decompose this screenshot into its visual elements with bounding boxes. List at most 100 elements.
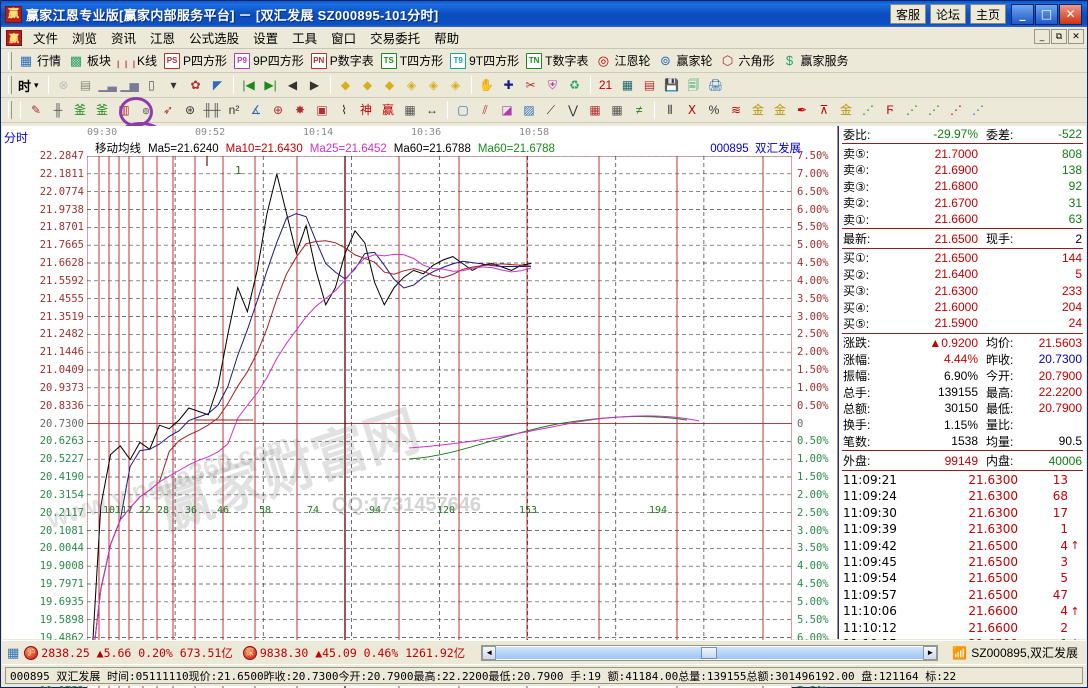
mdi-minimize-button[interactable]: _: [1034, 29, 1050, 44]
bar-small-icon[interactable]: ▁▃: [98, 75, 118, 95]
chart-panel[interactable]: 分时 09:3009:5210:1410:3610:58 移动均线Ma5=21.…: [2, 126, 838, 639]
gold2-icon[interactable]: 金: [836, 100, 856, 120]
ask-row-3[interactable]: 卖③:21.680092: [839, 178, 1086, 194]
gold-ladder2-icon[interactable]: 釜: [92, 100, 112, 120]
f-slope-icon[interactable]: Ϝ: [880, 100, 900, 120]
menu-item-file[interactable]: 文件: [26, 26, 65, 49]
maximize-button[interactable]: □: [1035, 4, 1058, 25]
spiral-icon[interactable]: ๏: [136, 100, 156, 120]
next-icon[interactable]: ▶: [305, 75, 325, 95]
ladder-icon[interactable]: ⦀: [660, 100, 680, 120]
circle-grid-icon[interactable]: ⊛: [180, 100, 200, 120]
last-page-icon[interactable]: ▶|: [261, 75, 281, 95]
frame-icon[interactable]: ▢: [453, 100, 473, 120]
tick-row[interactable]: 11:09:5721.650047: [839, 587, 1086, 603]
slope2-icon[interactable]: ⋰: [902, 100, 922, 120]
tick-row[interactable]: 11:09:3021.630017: [839, 505, 1086, 521]
tool-icon[interactable]: ⛨: [543, 75, 563, 95]
trend-icon[interactable]: ≠: [629, 100, 649, 120]
arrows-icon[interactable]: ↔: [422, 100, 442, 120]
ying-icon[interactable]: 赢: [378, 100, 398, 120]
printer-icon[interactable]: 🖨: [706, 75, 726, 95]
menu-item-tools[interactable]: 工具: [285, 26, 324, 49]
menu-item-browse[interactable]: 浏览: [65, 26, 104, 49]
period-selector[interactable]: 时 ▾: [16, 76, 44, 95]
ask-row-2[interactable]: 卖②:21.670031: [839, 195, 1086, 211]
pen-red-icon[interactable]: ✒: [792, 100, 812, 120]
index-shanghai[interactable]: 沪 2838.25 ▲5.66 0.20% 673.51亿: [24, 645, 233, 661]
fork-line-icon[interactable]: ╫: [48, 100, 68, 120]
prev-icon[interactable]: ◀: [283, 75, 303, 95]
toolbar-gann-wheel[interactable]: ◎江恩轮: [593, 52, 655, 69]
column-icon[interactable]: ▯: [142, 75, 162, 95]
hand-icon[interactable]: ✋: [477, 75, 497, 95]
bid-row-2[interactable]: 买②:21.64005: [839, 266, 1086, 282]
toolbar-grid[interactable]: ▦行情: [16, 52, 66, 69]
tick-row[interactable]: 11:09:4521.65003: [839, 554, 1086, 570]
color-bars-icon[interactable]: ◤: [208, 75, 228, 95]
percent-icon[interactable]: %: [704, 100, 724, 120]
bid-row-3[interactable]: 买③:21.6300233: [839, 283, 1086, 299]
flower-icon[interactable]: ✿: [186, 75, 206, 95]
slope1-icon[interactable]: ⋰: [858, 100, 878, 120]
toolbar-hexagon[interactable]: ⬡六角形: [718, 52, 780, 69]
trend-red-icon[interactable]: ≋: [726, 100, 746, 120]
tick-row[interactable]: 11:09:2121.630013: [839, 472, 1086, 488]
vee-icon[interactable]: ⋁: [563, 100, 583, 120]
scissors-icon[interactable]: ✂: [521, 75, 541, 95]
ask-row-4[interactable]: 卖④:21.6900138: [839, 162, 1086, 178]
box-grid-icon[interactable]: ▣: [312, 100, 332, 120]
tick-row[interactable]: 11:10:1221.66002: [839, 619, 1086, 635]
slope4-icon[interactable]: ⋰: [946, 100, 966, 120]
ask-row-1[interactable]: 卖①:21.660063: [839, 211, 1086, 227]
index-shenzhen[interactable]: 深 9838.30 ▲45.09 0.46% 1261.92亿: [243, 645, 465, 661]
gold-ladder1-icon[interactable]: 釜: [70, 100, 90, 120]
crosshair-icon[interactable]: ✚: [499, 75, 519, 95]
save-icon[interactable]: 💾: [662, 75, 682, 95]
mesh1-icon[interactable]: ▦: [585, 100, 605, 120]
scroll-right-arrow-icon[interactable]: ►: [923, 646, 937, 660]
toolbar-ts-badge[interactable]: TST四方形: [379, 52, 448, 69]
horizontal-scrollbar[interactable]: ◄ ►: [481, 645, 938, 661]
toolbar-blocks[interactable]: ▩板块: [66, 52, 116, 69]
square-n-icon[interactable]: n²: [224, 100, 244, 120]
toolbar-grip[interactable]: [8, 101, 12, 119]
mask-icon[interactable]: ◪: [497, 100, 517, 120]
pen-icon[interactable]: ✎: [26, 100, 46, 120]
toolbar-ps-badge[interactable]: PSP四方形: [162, 52, 232, 69]
panel-icon[interactable]: ▨: [519, 100, 539, 120]
price-plot[interactable]: 10117222836465874941201531941: [87, 156, 792, 688]
gold-icon[interactable]: 金: [770, 100, 790, 120]
star-target-icon[interactable]: ✸: [290, 100, 310, 120]
comb-icon[interactable]: ▥: [114, 100, 134, 120]
diamond2-icon[interactable]: ◆: [358, 75, 378, 95]
toolbar-grip[interactable]: [8, 76, 12, 94]
diamond5-icon[interactable]: ◈: [424, 75, 444, 95]
bid-row-4[interactable]: 买④:21.6000204: [839, 299, 1086, 315]
diamond6-icon[interactable]: ◈: [446, 75, 466, 95]
report-icon[interactable]: ▤: [640, 75, 660, 95]
column-dropdown-icon[interactable]: ▾: [164, 75, 184, 95]
tick-row[interactable]: 11:09:2421.630068: [839, 488, 1086, 504]
fan-icon[interactable]: ⫽: [475, 100, 495, 120]
pinned-icon[interactable]: ⊼: [814, 100, 834, 120]
calculator-icon[interactable]: ▦: [618, 75, 638, 95]
gold-circle-icon[interactable]: 金: [748, 100, 768, 120]
shen-icon[interactable]: 神: [356, 100, 376, 120]
grid-lines-icon[interactable]: ╫╫: [202, 100, 222, 120]
toolbar-service[interactable]: $赢家服务: [780, 52, 854, 69]
percent-red-icon[interactable]: Ⅹ: [682, 100, 702, 120]
customer-service-button[interactable]: 客服: [890, 4, 926, 24]
angle-icon[interactable]: ∡: [246, 100, 266, 120]
toolbar-pn-badge[interactable]: PNP数字表: [309, 52, 379, 69]
bar-large-icon[interactable]: ▁▅: [120, 75, 140, 95]
diamond4-icon[interactable]: ◈: [402, 75, 422, 95]
tick-row[interactable]: 11:09:3921.63001: [839, 521, 1086, 537]
menu-item-gann[interactable]: 江恩: [143, 26, 182, 49]
forum-button[interactable]: 论坛: [930, 4, 966, 24]
current-stock-label[interactable]: 📶 SZ000895,双汇发展: [944, 644, 1086, 661]
menu-item-settings[interactable]: 设置: [246, 26, 285, 49]
scroll-left-arrow-icon[interactable]: ◄: [482, 646, 496, 660]
toolbar-p9-badge[interactable]: P99P四方形: [232, 52, 309, 69]
ask-row-5[interactable]: 卖⑤:21.7000808: [839, 145, 1086, 161]
